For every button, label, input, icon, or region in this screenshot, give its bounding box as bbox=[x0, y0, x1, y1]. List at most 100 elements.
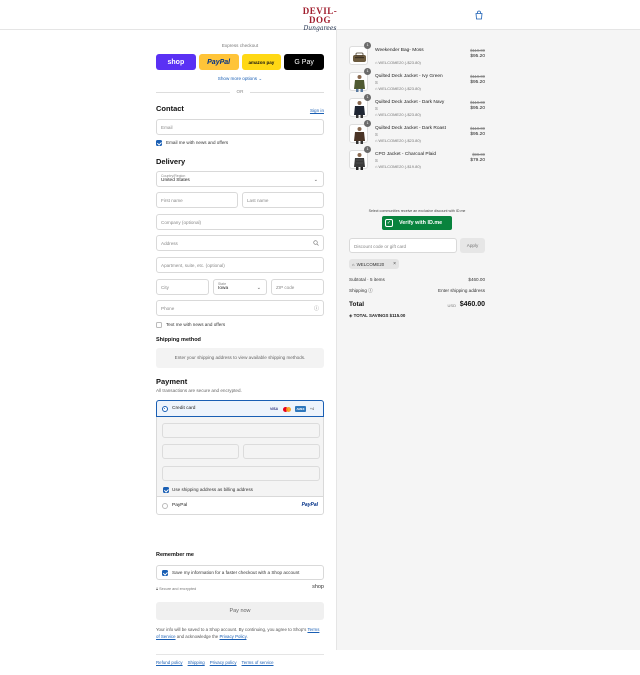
google-pay-button[interactable]: G Pay bbox=[284, 54, 324, 70]
item-price: $79.20 bbox=[470, 158, 485, 163]
cart-item: 1 Quilted Deck Jacket - Dark Roast S ⌂WE… bbox=[349, 120, 485, 148]
save-info-box: Save my information for a faster checkou… bbox=[156, 565, 324, 580]
phone-placeholder: Phone bbox=[161, 306, 175, 311]
subtotal-label: Subtotal · 5 items bbox=[349, 277, 385, 282]
item-size: S bbox=[375, 158, 378, 163]
quantity-badge: 1 bbox=[364, 120, 371, 127]
show-more-options-link[interactable]: Show more options ⌄ bbox=[156, 76, 324, 82]
total-value: $460.00 bbox=[459, 301, 485, 308]
mastercard-icon bbox=[282, 406, 292, 412]
shipping-link[interactable]: Shipping bbox=[188, 660, 205, 665]
contact-title: Contact bbox=[156, 104, 184, 113]
verify-idme-label: Verify with ID.me bbox=[399, 220, 443, 226]
amex-icon: AMEX bbox=[295, 406, 306, 412]
or-label: OR bbox=[236, 89, 244, 94]
jacket-product-image bbox=[354, 153, 365, 170]
paypal-option[interactable]: PayPal PayPal bbox=[157, 497, 323, 515]
item-size: S bbox=[375, 132, 378, 137]
apply-discount-button[interactable]: Apply bbox=[460, 238, 485, 253]
item-price: $95.20 bbox=[470, 106, 485, 111]
idme-note: Select communities receive an exclusive … bbox=[368, 209, 466, 213]
email-news-checkbox[interactable] bbox=[156, 140, 162, 146]
shopping-bag-icon[interactable] bbox=[474, 10, 484, 20]
card-number-field[interactable] bbox=[162, 423, 320, 438]
address-placeholder: Address bbox=[161, 241, 178, 246]
lock-icon: 🔒︎ bbox=[156, 587, 159, 591]
credit-card-radio[interactable] bbox=[162, 406, 168, 412]
expiration-field[interactable] bbox=[162, 444, 239, 459]
item-discount: ⌂WELCOME20 (-$19.80) bbox=[375, 164, 421, 169]
quantity-badge: 1 bbox=[364, 42, 371, 49]
shipping-value: Enter shipping address bbox=[438, 288, 485, 293]
quantity-badge: 1 bbox=[364, 68, 371, 75]
quantity-badge: 1 bbox=[364, 94, 371, 101]
save-info-checkbox[interactable] bbox=[162, 570, 168, 576]
jacket-product-image bbox=[354, 127, 365, 144]
total-label: Total bbox=[349, 301, 365, 308]
secure-label: Secure and encrypted bbox=[159, 587, 197, 591]
or-divider: OR bbox=[156, 89, 324, 95]
last-name-field[interactable]: Last name bbox=[242, 192, 324, 208]
address-field[interactable]: Address bbox=[156, 235, 324, 251]
discount-chip-code: WELCOME20 bbox=[356, 261, 385, 267]
zip-field[interactable]: ZIP code bbox=[271, 279, 324, 295]
billing-address-checkbox[interactable] bbox=[163, 487, 169, 493]
company-field[interactable]: Company (optional) bbox=[156, 214, 324, 230]
discount-chip: ⌂ WELCOME20 × bbox=[349, 259, 399, 269]
item-discount-text: WELCOME20 (-$23.80) bbox=[378, 60, 421, 65]
product-thumbnail bbox=[349, 46, 368, 65]
discount-code-input[interactable]: Discount code or gift card bbox=[349, 238, 457, 253]
bag-product-image bbox=[353, 52, 366, 62]
item-discount-text: WELCOME20 (-$23.80) bbox=[378, 138, 421, 143]
email-field[interactable]: Email bbox=[156, 119, 324, 135]
state-value: Iowa bbox=[218, 286, 229, 291]
item-size: S bbox=[375, 80, 378, 85]
text-news-checkbox[interactable] bbox=[156, 322, 162, 328]
pay-now-button[interactable]: Pay now bbox=[156, 602, 324, 620]
total-savings: ◈ TOTAL SAVINGS $115.00 bbox=[349, 313, 405, 319]
jacket-product-image bbox=[354, 101, 365, 118]
phone-field[interactable]: Phone ⓘ bbox=[156, 300, 324, 316]
paypal-button[interactable]: PayPal bbox=[198, 54, 239, 70]
credit-card-option[interactable]: Credit card VISA AMEX +4 bbox=[156, 400, 324, 417]
name-on-card-field[interactable] bbox=[162, 466, 320, 481]
privacy-policy-link[interactable]: Privacy Policy bbox=[219, 634, 246, 639]
remember-me-title: Remember me bbox=[156, 552, 194, 558]
terms-of-service-footer-link[interactable]: Terms of service bbox=[242, 660, 274, 665]
secure-note: 🔒︎ Secure and encrypted bbox=[156, 587, 196, 591]
first-name-field[interactable]: First name bbox=[156, 192, 238, 208]
country-select[interactable]: Country/Region United States ⌄ bbox=[156, 171, 324, 187]
item-size: S bbox=[375, 106, 378, 111]
tag-icon: ⌂ bbox=[352, 261, 355, 267]
total-currency: USD bbox=[447, 303, 456, 308]
state-select[interactable]: State Iowa ⌄ bbox=[213, 279, 267, 295]
item-price: $95.20 bbox=[470, 54, 485, 59]
paypal-radio[interactable] bbox=[162, 503, 168, 509]
total-savings-text: TOTAL SAVINGS $115.00 bbox=[353, 313, 406, 318]
city-field[interactable]: City bbox=[156, 279, 209, 295]
cart-item: 1 Quilted Deck Jacket - Dark Navy S ⌂WEL… bbox=[349, 94, 485, 122]
apartment-field[interactable]: Apartment, suite, etc. (optional) bbox=[156, 257, 324, 273]
shipping-method-title: Shipping method bbox=[156, 337, 201, 343]
legal-text-2: and acknowledge the bbox=[175, 634, 220, 639]
express-checkout-buttons: shop PayPal amazon pay G Pay bbox=[156, 54, 324, 70]
refund-policy-link[interactable]: Refund policy bbox=[156, 660, 183, 665]
help-circle-icon[interactable]: ⓘ bbox=[314, 305, 319, 312]
subtotal-row: Subtotal · 5 items $460.00 bbox=[349, 277, 485, 282]
more-cards-count: +4 bbox=[309, 407, 315, 411]
close-icon[interactable]: × bbox=[393, 261, 396, 267]
verify-idme-button[interactable]: ✓ Verify with ID.me bbox=[382, 216, 452, 230]
security-code-field[interactable] bbox=[243, 444, 320, 459]
cart-item: 1 Quilted Deck Jacket - Ivy Green S ⌂WEL… bbox=[349, 68, 485, 96]
credit-card-label: Credit card bbox=[172, 406, 196, 411]
shop-pay-button[interactable]: shop bbox=[156, 54, 196, 70]
sign-in-link[interactable]: Sign in bbox=[310, 108, 324, 113]
chevron-down-icon: ⌄ bbox=[313, 177, 318, 183]
item-original-price: $119.00 bbox=[470, 48, 485, 53]
amazon-pay-button[interactable]: amazon pay bbox=[241, 54, 282, 70]
product-thumbnail bbox=[349, 98, 368, 118]
country-value: United States bbox=[161, 178, 190, 183]
header: DEVIL-DOG Dungarees bbox=[0, 0, 640, 32]
privacy-policy-footer-link[interactable]: Privacy policy bbox=[210, 660, 237, 665]
brand-logo[interactable]: DEVIL-DOG Dungarees bbox=[296, 7, 344, 32]
